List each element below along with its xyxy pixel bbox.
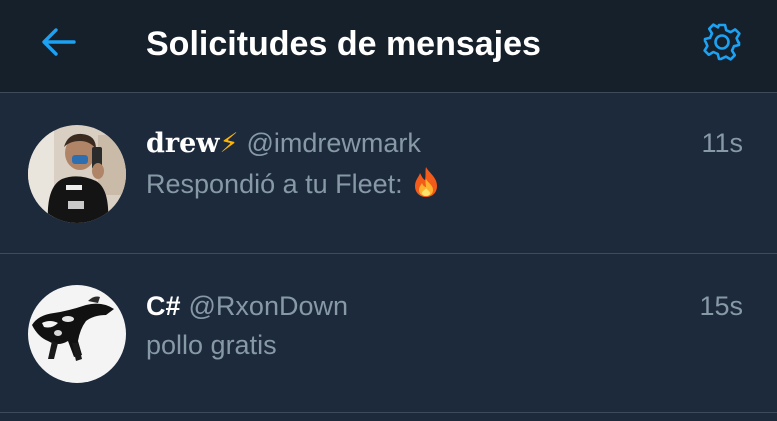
message-preview: Respondió a tu Fleet: [146, 165, 443, 207]
message-text: Respondió a tu Fleet: [146, 169, 403, 200]
arrow-left-icon [40, 27, 76, 62]
sender-name: drew [146, 128, 220, 159]
top-bar: Solicitudes de mensajes [0, 0, 777, 93]
sender-name: C# [146, 291, 181, 321]
sender-line: drew⚡ @imdrewmark [146, 126, 421, 161]
sender-line: C# @RxonDown [146, 289, 348, 323]
timestamp: 15s [699, 291, 743, 321]
settings-button[interactable] [700, 22, 744, 66]
fire-emoji [409, 165, 443, 207]
page-title: Solicitudes de mensajes [146, 25, 541, 63]
sender-handle: @RxonDown [188, 291, 348, 321]
message-text: pollo gratis [146, 330, 277, 360]
message-preview: pollo gratis [146, 328, 277, 362]
timestamp: 11s [701, 128, 743, 158]
sender-handle: @imdrewmark [246, 128, 421, 158]
back-button[interactable] [38, 26, 78, 62]
avatar[interactable] [28, 285, 126, 383]
gear-icon [702, 22, 742, 67]
message-request-row[interactable]: C# @RxonDown 15s pollo gratis [0, 254, 777, 413]
message-requests-screen: Solicitudes de mensajes drew⚡ @imdrewmar… [0, 0, 777, 421]
avatar[interactable] [28, 125, 126, 223]
lightning-emoji: ⚡ [219, 128, 239, 158]
message-request-row[interactable]: drew⚡ @imdrewmark 11s Respondió a tu Flee… [0, 93, 777, 254]
